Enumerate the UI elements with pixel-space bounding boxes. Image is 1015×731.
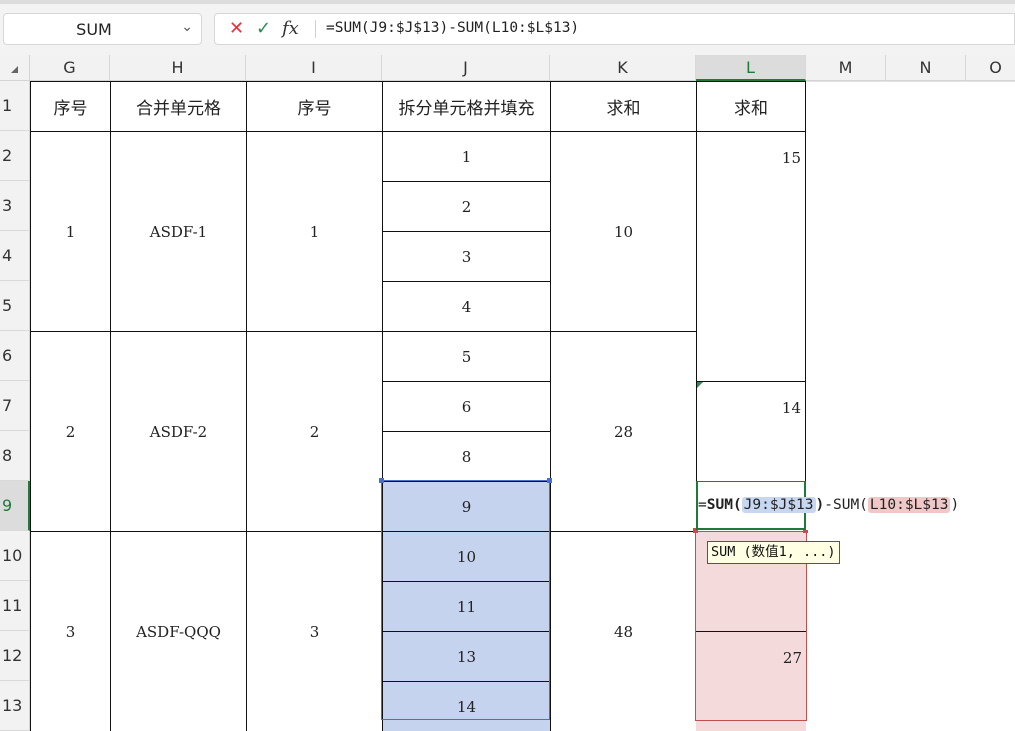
- merged-l-12-13[interactable]: 27: [696, 631, 806, 731]
- row-header-8[interactable]: 8: [0, 431, 30, 481]
- range-handle[interactable]: [379, 478, 384, 483]
- merged-sum-1[interactable]: 10: [550, 131, 696, 331]
- row-header-10[interactable]: 10: [0, 531, 30, 581]
- cell-j5[interactable]: 4: [382, 281, 550, 331]
- cell-j9[interactable]: 9: [382, 481, 550, 531]
- merged-l-2-6[interactable]: 15: [696, 131, 806, 381]
- cell-formula-text[interactable]: =SUM(J9:$J$13)-SUM(L10:$L$13): [698, 497, 959, 513]
- toolbar-area: SUM ⌄ ✕ ✓ fx =SUM(J9:$J$13)-SUM(L10:$L$1…: [0, 0, 1015, 55]
- ribbon-edge: [0, 0, 1015, 4]
- column-header-m[interactable]: M: [806, 55, 886, 81]
- merged-seq-1[interactable]: 1: [30, 131, 110, 331]
- name-box-value: SUM: [76, 20, 112, 39]
- row-header-6[interactable]: 6: [0, 331, 30, 381]
- formula-bar-divider: [315, 20, 316, 38]
- column-header-l[interactable]: L: [696, 55, 806, 81]
- cell-i1[interactable]: 序号: [246, 81, 382, 131]
- cancel-icon[interactable]: ✕: [229, 18, 244, 39]
- merged-sum-2[interactable]: 28: [550, 331, 696, 531]
- confirm-icon[interactable]: ✓: [256, 18, 271, 39]
- name-box[interactable]: SUM ⌄: [3, 13, 202, 45]
- column-header-o[interactable]: O: [966, 55, 1015, 81]
- cell-k1[interactable]: 求和: [550, 81, 696, 131]
- row-header-9[interactable]: 9: [0, 481, 30, 531]
- ref-j-range: J9:$J$13: [741, 497, 816, 513]
- formula-input[interactable]: =SUM(J9:$J$13)-SUM(L10:$L$13): [326, 20, 579, 36]
- ref-l-range: L10:$L$13: [867, 497, 951, 513]
- cell-j1[interactable]: 拆分单元格并填充: [382, 81, 550, 131]
- merged-name-3[interactable]: ASDF-QQQ: [110, 531, 246, 731]
- merged-seq2-1[interactable]: 1: [246, 131, 382, 331]
- merged-sum-3[interactable]: 48: [550, 531, 696, 731]
- error-indicator: [697, 382, 703, 388]
- cell-j12[interactable]: 13: [382, 631, 550, 681]
- column-header-h[interactable]: H: [110, 55, 246, 81]
- column-header-k[interactable]: K: [550, 55, 696, 81]
- row-header-4[interactable]: 4: [0, 231, 30, 281]
- function-tooltip[interactable]: SUM (数值1, ...): [707, 541, 840, 564]
- cell-g1[interactable]: 序号: [30, 81, 110, 131]
- column-header-i[interactable]: I: [246, 55, 382, 81]
- row-header-3[interactable]: 3: [0, 181, 30, 231]
- row-header-12[interactable]: 12: [0, 631, 30, 681]
- fx-icon[interactable]: fx: [282, 18, 299, 39]
- row-header-13[interactable]: 13: [0, 681, 30, 731]
- merged-seq-3[interactable]: 3: [30, 531, 110, 731]
- merged-name-1[interactable]: ASDF-1: [110, 131, 246, 331]
- merged-seq2-3[interactable]: 3: [246, 531, 382, 731]
- cell-j10[interactable]: 10: [382, 531, 550, 581]
- cell-j4[interactable]: 3: [382, 231, 550, 281]
- column-header-n[interactable]: N: [886, 55, 966, 81]
- row-header-11[interactable]: 11: [0, 581, 30, 631]
- chevron-down-icon[interactable]: ⌄: [181, 19, 193, 35]
- cell-h1[interactable]: 合并单元格: [110, 81, 246, 131]
- column-header-g[interactable]: G: [30, 55, 110, 81]
- cell-j3[interactable]: 2: [382, 181, 550, 231]
- cell-j6[interactable]: 5: [382, 331, 550, 381]
- active-cell-editor[interactable]: =SUM(J9:$J$13)-SUM(L10:$L$13): [696, 481, 996, 530]
- range-handle[interactable]: [547, 478, 552, 483]
- row-header-2[interactable]: 2: [0, 131, 30, 181]
- cell-j11[interactable]: 11: [382, 581, 550, 631]
- column-header-j[interactable]: J: [382, 55, 550, 81]
- cell-j13[interactable]: 14: [382, 681, 550, 731]
- merged-l-7-8[interactable]: 14: [696, 381, 806, 481]
- cell-j8[interactable]: 8: [382, 431, 550, 481]
- cell-l1[interactable]: 求和: [696, 81, 806, 131]
- merged-name-2[interactable]: ASDF-2: [110, 331, 246, 531]
- row-header-5[interactable]: 5: [0, 281, 30, 331]
- formula-bar[interactable]: ✕ ✓ fx =SUM(J9:$J$13)-SUM(L10:$L$13): [214, 13, 1015, 45]
- select-all-icon: [11, 57, 38, 73]
- row-header-1[interactable]: 1: [0, 81, 30, 131]
- merged-seq2-2[interactable]: 2: [246, 331, 382, 531]
- select-all-corner[interactable]: [0, 55, 38, 81]
- cell-j7[interactable]: 6: [382, 381, 550, 431]
- merged-seq-2[interactable]: 2: [30, 331, 110, 531]
- row-header-7[interactable]: 7: [0, 381, 30, 431]
- cell-j2[interactable]: 1: [382, 131, 550, 181]
